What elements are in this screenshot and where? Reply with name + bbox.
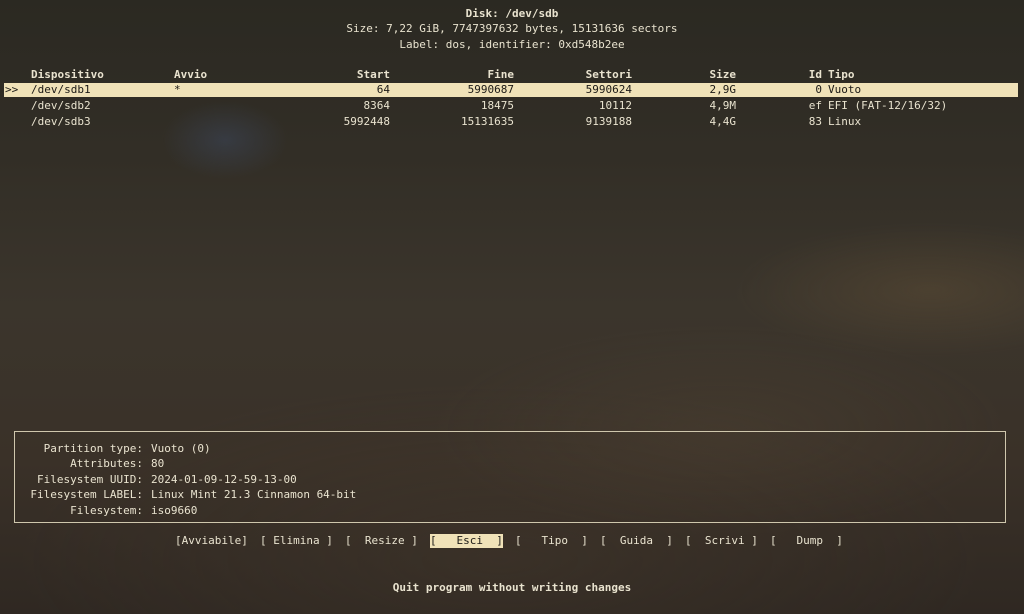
- cell-id: 83: [808, 115, 822, 128]
- cell-id: ef: [808, 99, 822, 112]
- partition-row-sdb2[interactable]: /dev/sdb2 8364 18475 10112 4,9M ef EFI (…: [4, 99, 1018, 113]
- info-value-fs-uuid: 2024-01-09-12-59-13-00: [151, 473, 297, 486]
- info-value-filesystem: iso9660: [151, 504, 198, 517]
- info-value-attributes: 80: [151, 457, 165, 470]
- quit-button[interactable]: [ Esci ]: [430, 534, 503, 548]
- partition-row-sdb1[interactable]: >> /dev/sdb1 * 64 5990687 5990624 2,9G 0…: [4, 83, 1018, 97]
- info-label-fs-uuid: Filesystem UUID:: [37, 473, 143, 486]
- dump-button[interactable]: [ Dump ]: [770, 534, 843, 548]
- cell-end: 15131635: [461, 115, 514, 128]
- column-end: Fine: [487, 68, 515, 81]
- disk-label: Label: dos, identifier: 0xd548b2ee: [399, 38, 625, 51]
- partition-info-box: Partition type: Vuoto (0) Attributes: 80…: [14, 431, 1006, 523]
- column-id: Id: [808, 68, 822, 81]
- cell-end: 5990687: [467, 83, 514, 96]
- action-menu: [Avviabile] [ Elimina ] [ Resize ] [ Esc…: [0, 534, 1024, 548]
- column-type: Tipo: [828, 68, 855, 81]
- column-sectors: Settori: [585, 68, 632, 81]
- info-value-partition-type: Vuoto (0): [151, 442, 211, 455]
- cell-start: 5992448: [343, 115, 390, 128]
- cell-end: 18475: [480, 99, 514, 112]
- write-button[interactable]: [ Scrivi ]: [685, 534, 758, 548]
- cell-device: /dev/sdb1: [31, 83, 91, 96]
- cell-id: 0: [815, 83, 822, 96]
- cell-device: /dev/sdb2: [31, 99, 91, 112]
- partition-row-sdb3[interactable]: /dev/sdb3 5992448 15131635 9139188 4,4G …: [4, 115, 1018, 129]
- info-label-partition-type: Partition type:: [43, 442, 143, 455]
- resize-button[interactable]: [ Resize ]: [345, 534, 418, 548]
- bootable-button[interactable]: [Avviabile]: [175, 534, 248, 548]
- column-start: Start: [356, 68, 390, 81]
- info-label-filesystem: Filesystem:: [70, 504, 143, 517]
- cell-start: 8364: [363, 99, 391, 112]
- cell-type: Vuoto: [828, 83, 862, 96]
- cell-sectors: 9139188: [585, 115, 632, 128]
- column-boot: Avvio: [174, 68, 208, 81]
- cell-size: 4,9M: [709, 99, 737, 112]
- cell-sectors: 5990624: [585, 83, 632, 96]
- table-header: Dispositivo Avvio Start Fine Settori Siz…: [4, 68, 1018, 82]
- cell-device: /dev/sdb3: [31, 115, 91, 128]
- help-button[interactable]: [ Guida ]: [600, 534, 673, 548]
- selection-marker: >>: [5, 83, 19, 96]
- info-label-attributes: Attributes:: [70, 457, 143, 470]
- cell-start: 64: [376, 83, 390, 96]
- column-device: Dispositivo: [31, 68, 104, 81]
- cell-type: EFI (FAT-12/16/32): [828, 99, 948, 112]
- cell-type: Linux: [828, 115, 862, 128]
- disk-title: Disk: /dev/sdb: [465, 7, 559, 20]
- cell-boot: *: [174, 83, 181, 96]
- delete-button[interactable]: [ Elimina ]: [260, 534, 333, 548]
- status-hint: Quit program without writing changes: [392, 581, 632, 594]
- disk-size: Size: 7,22 GiB, 7747397632 bytes, 151316…: [346, 22, 678, 35]
- cell-size: 4,4G: [709, 115, 737, 128]
- info-label-fs-label: Filesystem LABEL:: [30, 488, 143, 501]
- column-size: Size: [709, 68, 737, 81]
- type-button[interactable]: [ Tipo ]: [515, 534, 588, 548]
- cell-size: 2,9G: [709, 83, 737, 96]
- info-value-fs-label: Linux Mint 21.3 Cinnamon 64-bit: [151, 488, 357, 501]
- cell-sectors: 10112: [598, 99, 632, 112]
